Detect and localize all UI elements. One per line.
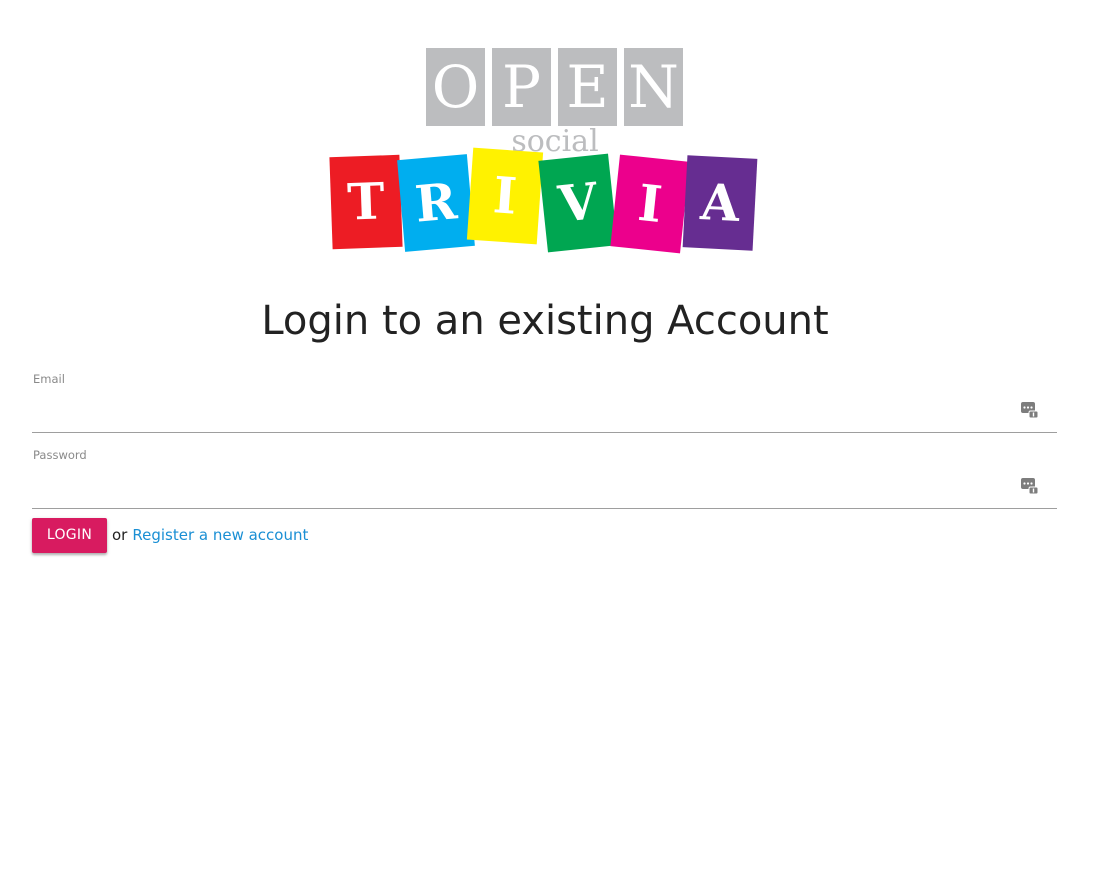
password-manager-icon[interactable] [1021, 477, 1039, 495]
logo-trivia-tile: A [682, 155, 758, 251]
logo-open-row: O P E N [426, 48, 683, 126]
form-actions: LOGIN or Register a new account [32, 517, 308, 553]
logo-trivia-tile: V [538, 153, 618, 253]
password-field[interactable] [32, 470, 1006, 506]
password-label: Password [33, 448, 87, 462]
logo-trivia-tile: R [397, 154, 475, 252]
or-text: or [112, 526, 128, 544]
logo-trivia-tile: I [466, 147, 544, 245]
email-field-container: Email [32, 372, 1057, 433]
logo-open-tile: O [426, 48, 485, 126]
email-field[interactable] [32, 394, 1006, 430]
email-label: Email [33, 372, 65, 386]
page-title: Login to an existing Account [261, 298, 829, 344]
register-link[interactable]: Register a new account [132, 526, 308, 544]
logo-open-tile: N [624, 48, 683, 126]
logo-open-tile: P [492, 48, 551, 126]
open-social-trivia-logo: O P E N social T R I V I A [325, 44, 770, 262]
logo-trivia-tile: I [610, 154, 690, 254]
login-button[interactable]: LOGIN [32, 517, 107, 553]
password-field-container: Password [32, 448, 1057, 509]
logo-trivia-tile: T [329, 154, 403, 250]
password-manager-icon[interactable] [1021, 401, 1039, 419]
logo-open-tile: E [558, 48, 617, 126]
login-page: O P E N social T R I V I A Login to an e… [0, 0, 1102, 882]
